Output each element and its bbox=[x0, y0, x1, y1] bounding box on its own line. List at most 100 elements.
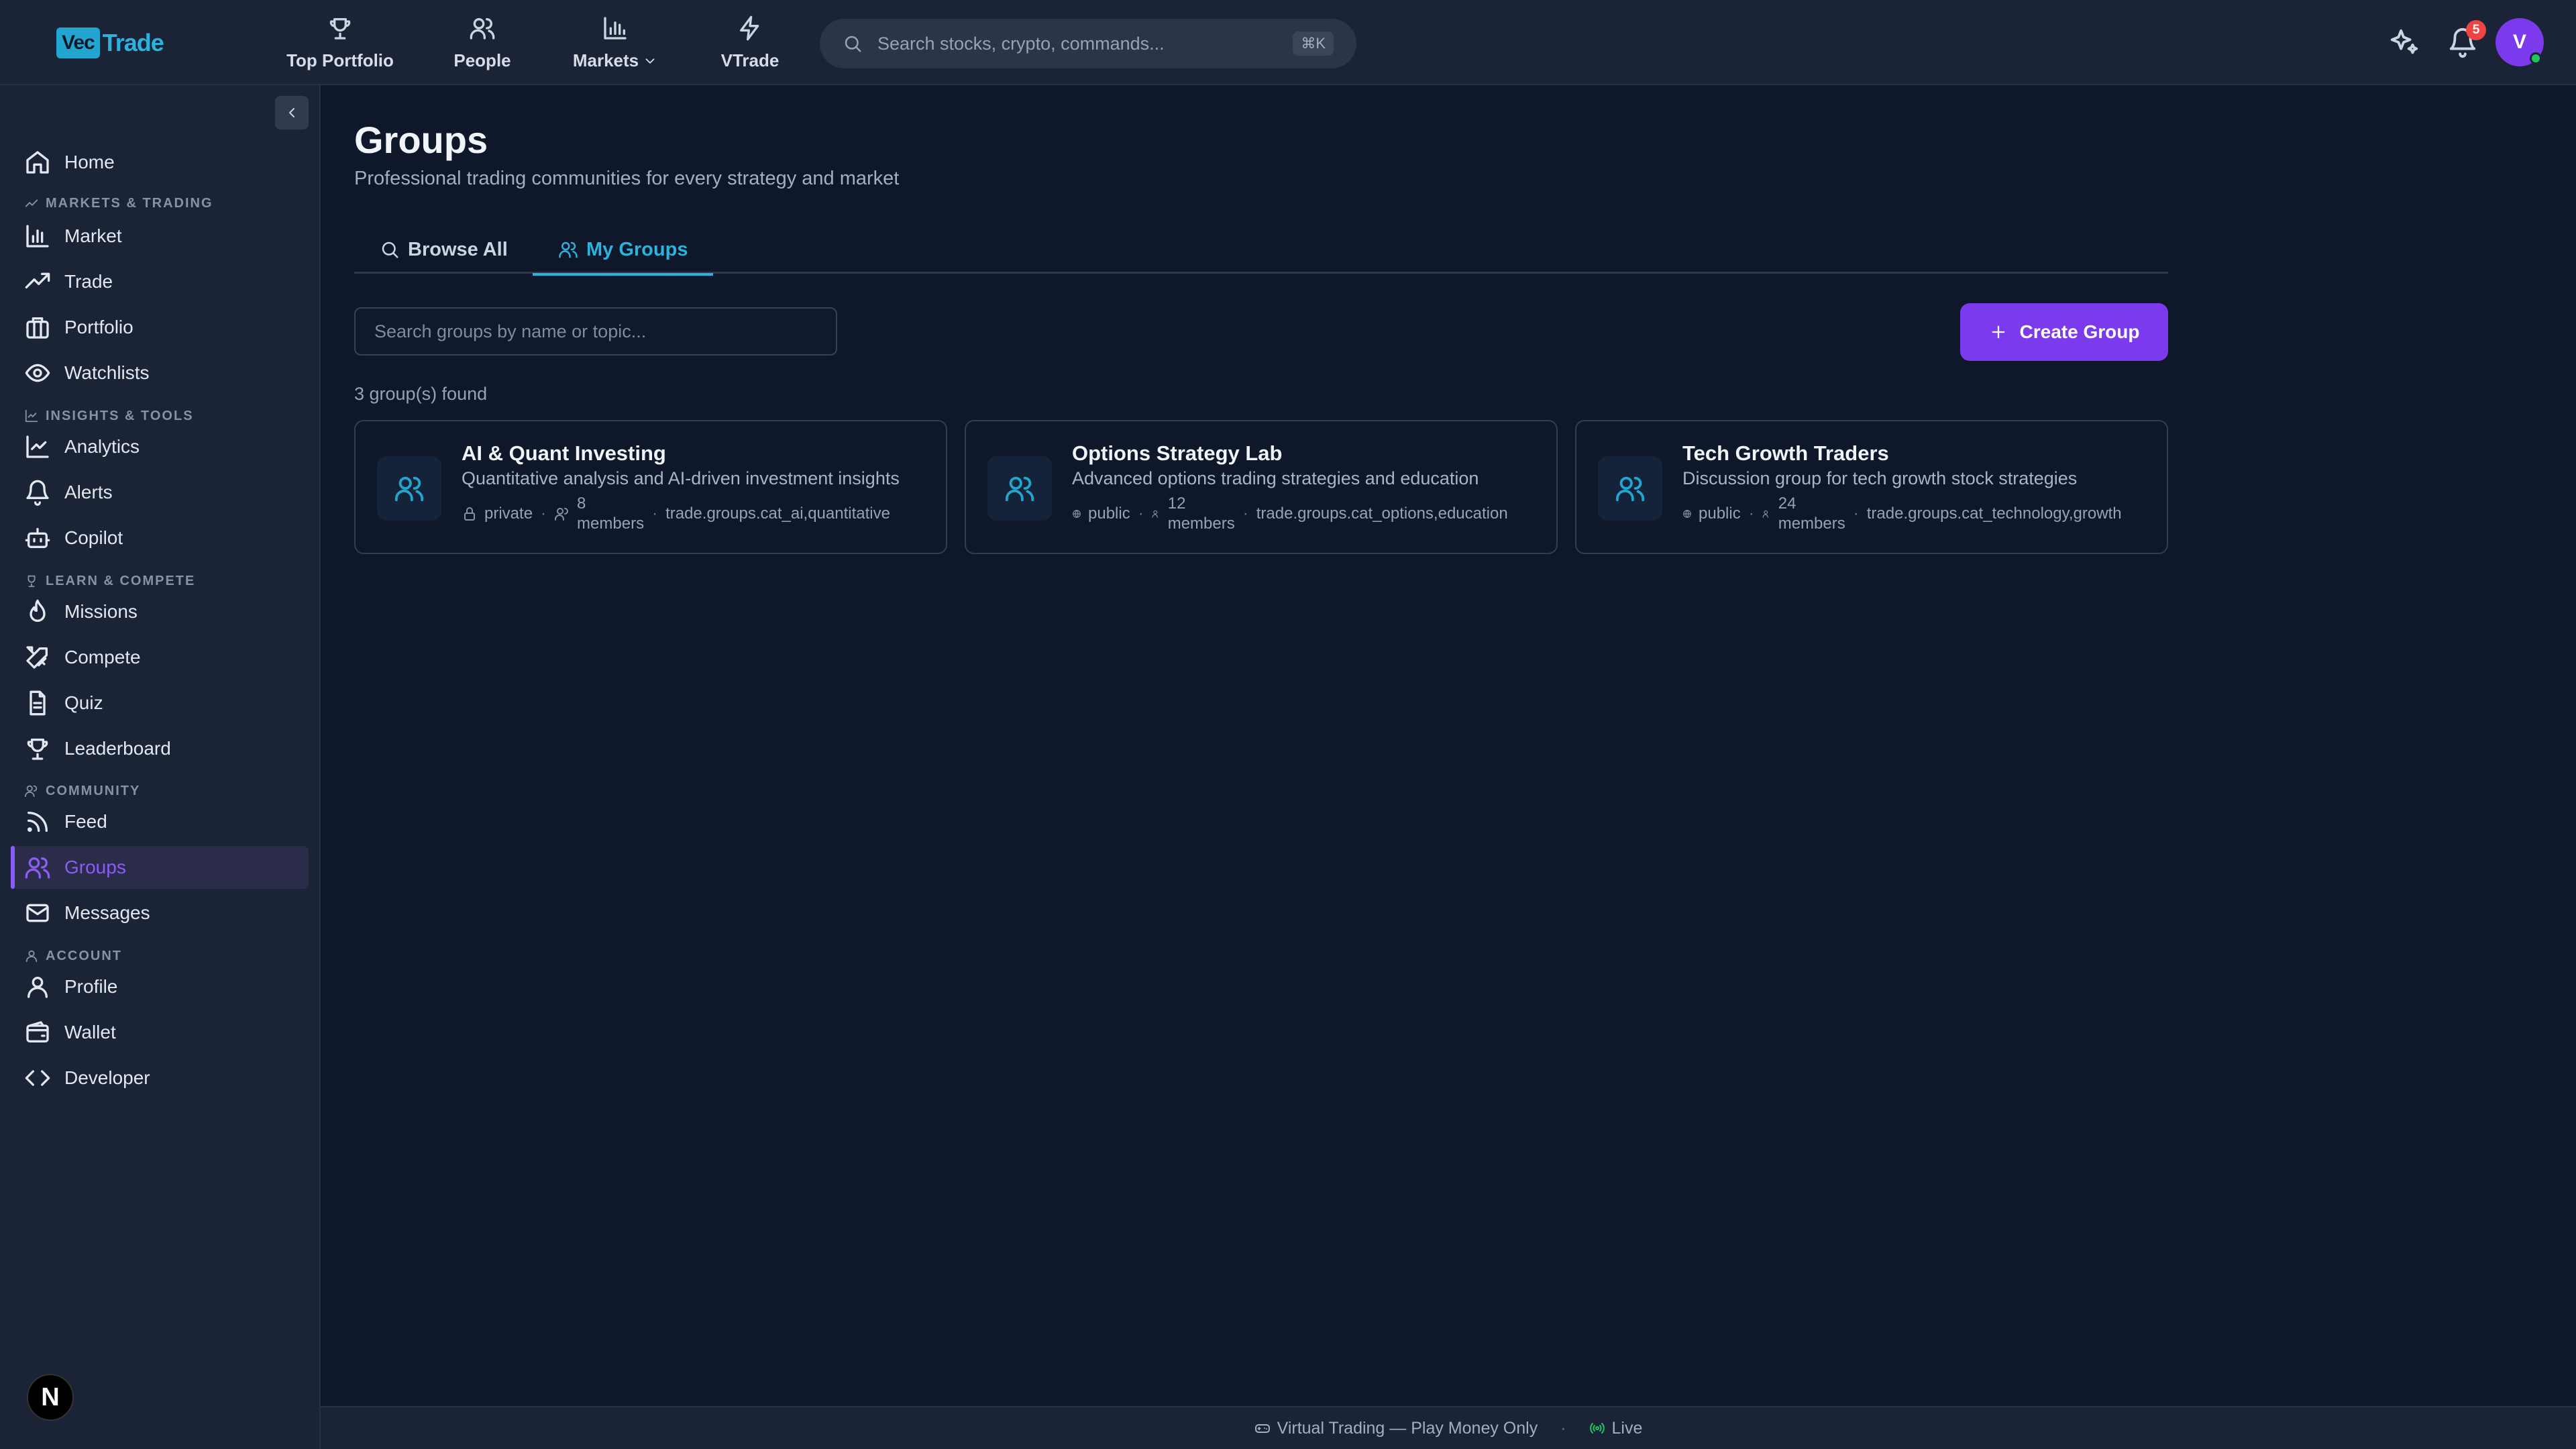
sidebar-item-label: Profile bbox=[64, 976, 118, 997]
sidebar-item-label: Quiz bbox=[64, 692, 103, 713]
bar-chart-icon bbox=[26, 225, 49, 248]
sidebar-item-label: Portfolio bbox=[64, 317, 133, 337]
sidebar-item-label: Leaderboard bbox=[64, 738, 171, 759]
group-card[interactable]: Tech Growth Traders Discussion group for… bbox=[1575, 420, 2168, 554]
sidebar: Home MARKETS & TRADING Market Trade Port… bbox=[0, 85, 321, 1449]
gamepad-icon bbox=[1254, 1424, 1270, 1433]
sidebar-item-label: Developer bbox=[64, 1067, 150, 1088]
sidebar-item-trade[interactable]: Trade bbox=[11, 260, 309, 303]
radio-signal-icon bbox=[1589, 1423, 1605, 1434]
group-description: Advanced options trading strategies and … bbox=[1072, 468, 1479, 488]
group-avatar bbox=[1598, 456, 1662, 521]
topnav-markets[interactable]: Markets bbox=[570, 15, 660, 71]
status-footer: Virtual Trading — Play Money Only · Live bbox=[321, 1406, 2576, 1449]
sidebar-item-label: Alerts bbox=[64, 482, 113, 502]
sidebar-item-analytics[interactable]: Analytics bbox=[11, 425, 309, 468]
trending-up-icon bbox=[25, 272, 50, 288]
tab-my-groups[interactable]: My Groups bbox=[533, 225, 714, 276]
topnav-people[interactable]: People bbox=[452, 15, 513, 71]
tab-browse-all[interactable]: Browse All bbox=[380, 225, 508, 274]
group-members: 24 members bbox=[1778, 494, 1845, 534]
members-count: 12 bbox=[1167, 494, 1186, 513]
sidebar-item-groups[interactable]: Groups bbox=[11, 846, 309, 889]
group-members: 8 members bbox=[577, 494, 644, 534]
sidebar-item-profile[interactable]: Profile bbox=[11, 965, 309, 1008]
meta-separator: · bbox=[652, 504, 658, 523]
plus-icon bbox=[1992, 325, 2004, 339]
sidebar-item-home[interactable]: Home bbox=[11, 141, 309, 184]
group-search-placeholder: Search groups by name or topic... bbox=[374, 321, 647, 341]
briefcase-icon bbox=[26, 317, 49, 339]
topnav-top-portfolio[interactable]: Top Portfolio bbox=[284, 15, 396, 71]
sidebar-item-wallet[interactable]: Wallet bbox=[11, 1011, 309, 1054]
sidebar-item-quiz[interactable]: Quiz bbox=[11, 682, 309, 724]
lock-icon bbox=[464, 507, 475, 521]
group-card[interactable]: AI & Quant Investing Quantitative analys… bbox=[354, 420, 947, 554]
page-subtitle: Professional trading communities for eve… bbox=[354, 168, 900, 189]
meta-separator: · bbox=[1748, 504, 1754, 523]
group-tags: trade.groups.cat_ai,quantitative bbox=[665, 504, 890, 523]
globe-icon bbox=[1683, 510, 1691, 518]
document-icon bbox=[30, 690, 46, 716]
chart-line-icon bbox=[26, 435, 49, 458]
members-label: members bbox=[1778, 515, 1845, 533]
section-insights-tools: INSIGHTS & TOOLS bbox=[24, 406, 194, 426]
group-visibility: public bbox=[1699, 504, 1741, 523]
sidebar-item-watchlists[interactable]: Watchlists bbox=[11, 352, 309, 394]
meta-separator: · bbox=[1138, 504, 1144, 523]
chart-line-icon bbox=[25, 409, 38, 423]
sidebar-item-alerts[interactable]: Alerts bbox=[11, 471, 309, 514]
sparkles-icon[interactable] bbox=[2388, 27, 2419, 58]
sidebar-item-copilot[interactable]: Copilot bbox=[11, 517, 309, 559]
trophy-icon bbox=[329, 18, 351, 40]
user-icon bbox=[28, 977, 48, 998]
users-icon bbox=[24, 785, 38, 798]
sidebar-item-developer[interactable]: Developer bbox=[11, 1057, 309, 1099]
sidebar-item-leaderboard[interactable]: Leaderboard bbox=[11, 727, 309, 770]
trophy-icon bbox=[27, 739, 48, 760]
app-logo[interactable]: Vec Trade bbox=[56, 25, 164, 60]
sidebar-item-feed[interactable]: Feed bbox=[11, 800, 309, 843]
topnav-vtrade[interactable]: VTrade bbox=[718, 15, 782, 71]
sidebar-item-label: Missions bbox=[64, 601, 138, 622]
section-label: COMMUNITY bbox=[46, 783, 141, 798]
meta-separator: · bbox=[541, 504, 547, 523]
sidebar-item-missions[interactable]: Missions bbox=[11, 590, 309, 633]
group-description: Discussion group for tech growth stock s… bbox=[1682, 468, 2078, 488]
group-name: Tech Growth Traders bbox=[1682, 441, 1889, 465]
group-name: AI & Quant Investing bbox=[462, 441, 666, 465]
sidebar-item-messages[interactable]: Messages bbox=[11, 892, 309, 934]
section-community: COMMUNITY bbox=[24, 781, 140, 801]
sidebar-item-compete[interactable]: Compete bbox=[11, 636, 309, 679]
group-name: Options Strategy Lab bbox=[1072, 441, 1283, 465]
sidebar-item-label: Analytics bbox=[64, 436, 140, 457]
section-learn-compete: LEARN & COMPETE bbox=[24, 571, 195, 591]
create-group-button[interactable]: Create Group bbox=[1960, 303, 2168, 361]
user-icon bbox=[25, 950, 38, 963]
group-tags: trade.groups.cat_technology,growth bbox=[1866, 504, 2122, 523]
collapse-sidebar-button[interactable] bbox=[275, 96, 309, 129]
group-avatar bbox=[377, 456, 441, 521]
group-search-input[interactable]: Search groups by name or topic... bbox=[354, 307, 837, 356]
globe-icon bbox=[1073, 510, 1081, 518]
bell-icon bbox=[26, 480, 49, 506]
section-label: ACCOUNT bbox=[46, 948, 122, 963]
group-members: 12 members bbox=[1168, 494, 1235, 534]
sidebar-item-portfolio[interactable]: Portfolio bbox=[11, 306, 309, 349]
topnav-label: Top Portfolio bbox=[286, 50, 394, 70]
code-icon bbox=[25, 1070, 50, 1086]
group-tags: trade.groups.cat_options,education bbox=[1256, 504, 1508, 523]
sidebar-item-market[interactable]: Market bbox=[11, 215, 309, 258]
global-search-input[interactable]: Search stocks, crypto, commands... ⌘K bbox=[820, 19, 1356, 68]
sidebar-item-label: Wallet bbox=[64, 1022, 116, 1042]
users-icon bbox=[25, 857, 50, 879]
users-icon bbox=[1005, 476, 1034, 502]
meta-separator: · bbox=[1242, 504, 1248, 523]
members-count: 8 bbox=[577, 494, 586, 513]
logo-vec: Vec bbox=[56, 28, 100, 58]
group-card[interactable]: Options Strategy Lab Advanced options tr… bbox=[965, 420, 1558, 554]
group-avatar bbox=[987, 456, 1052, 521]
wallet-icon bbox=[26, 1021, 49, 1042]
section-markets-trading: MARKETS & TRADING bbox=[24, 193, 213, 213]
next-devtools-button[interactable]: N bbox=[27, 1374, 74, 1421]
